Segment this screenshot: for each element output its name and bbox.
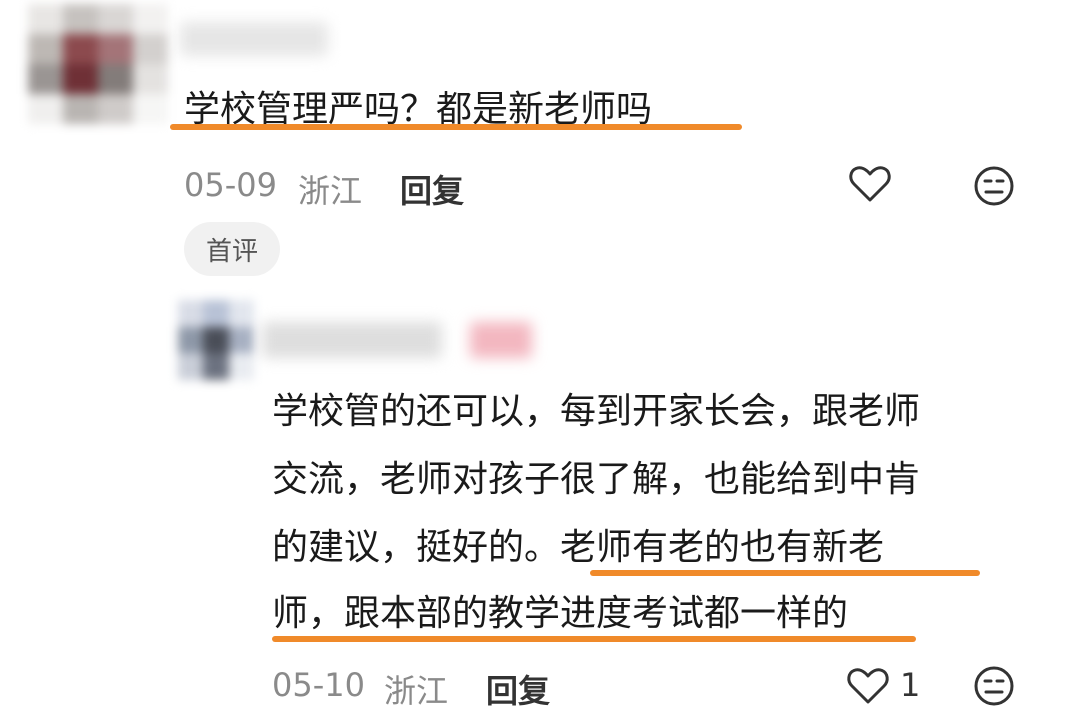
comment-date-2: 05-10 [272, 666, 365, 704]
reply-button-1[interactable]: 回复 [400, 166, 464, 212]
highlight-underline [590, 570, 980, 576]
heart-outline-icon[interactable] [848, 162, 892, 206]
comment-line-1: 学校管的还可以，每到开家长会，跟老师 [272, 391, 921, 432]
comment-location-2: 浙江 [384, 672, 449, 710]
heart-outline-icon[interactable] [846, 664, 890, 708]
neutral-face-icon[interactable] [972, 164, 1016, 208]
avatar[interactable] [28, 4, 168, 124]
highlight-underline [272, 636, 916, 642]
user-badge [470, 322, 532, 358]
comment-location-1: 浙江 [298, 172, 363, 210]
comment-line-2: 交流，老师对孩子很了解，也能给到中肯 [272, 459, 921, 500]
comment-text-1: 学校管理严吗？都是新老师吗 [184, 89, 653, 130]
comment-date-1: 05-09 [184, 166, 277, 204]
first-comment-badge: 首评 [184, 222, 280, 276]
neutral-face-icon[interactable] [972, 664, 1016, 708]
like-count: 1 [900, 666, 921, 704]
username-1[interactable] [180, 22, 328, 56]
highlight-underline [170, 124, 742, 130]
avatar[interactable] [178, 300, 254, 380]
username-2[interactable] [262, 322, 442, 358]
reply-button-2[interactable]: 回复 [486, 666, 550, 712]
